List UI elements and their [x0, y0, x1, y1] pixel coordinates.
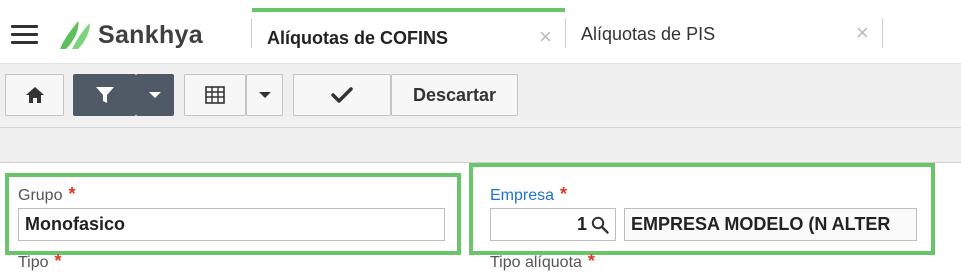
- close-icon[interactable]: ×: [856, 22, 869, 44]
- close-icon[interactable]: ×: [539, 26, 552, 48]
- empresa-name-field: EMPRESA MODELO (N ALTER: [624, 208, 917, 241]
- logo-text: Sankhya: [98, 20, 203, 49]
- grupo-input[interactable]: Monofasico: [18, 208, 445, 241]
- menu-icon[interactable]: [11, 25, 38, 45]
- sankhya-logo-icon: [60, 21, 90, 49]
- confirm-button[interactable]: [293, 74, 391, 116]
- required-mark: *: [68, 184, 76, 204]
- required-mark: *: [560, 184, 568, 204]
- discard-button-label: Descartar: [412, 84, 497, 105]
- tipo-label: Tipo *: [18, 251, 62, 271]
- home-icon: [25, 87, 44, 103]
- filter-button[interactable]: [73, 74, 136, 116]
- filter-icon: [95, 87, 114, 103]
- home-button[interactable]: [5, 74, 64, 116]
- grid-view-button[interactable]: [184, 74, 246, 116]
- grupo-label: Grupo *: [18, 184, 76, 204]
- required-mark: *: [54, 251, 62, 271]
- tab-cofins-label: Alíquotas de COFINS: [267, 28, 449, 48]
- grid-dropdown-button[interactable]: [246, 74, 283, 116]
- tab-pis[interactable]: Alíquotas de PIS ×: [566, 8, 882, 62]
- discard-button[interactable]: Descartar: [391, 74, 518, 116]
- tab-pis-label: Alíquotas de PIS: [581, 24, 716, 44]
- tab-cofins[interactable]: Alíquotas de COFINS ×: [252, 8, 565, 62]
- empresa-label[interactable]: Empresa *: [490, 184, 567, 205]
- checkmark-icon: [331, 87, 353, 103]
- search-icon[interactable]: [591, 216, 609, 234]
- tipo-aliquota-label: Tipo alíquota *: [490, 251, 595, 271]
- app-logo: Sankhya: [56, 19, 203, 51]
- empresa-code-input[interactable]: 1: [490, 208, 616, 241]
- filter-dropdown-button[interactable]: [136, 74, 174, 116]
- required-mark: *: [587, 251, 595, 271]
- app-header: Sankhya Alíquotas de COFINS × Alíquotas …: [0, 0, 961, 64]
- chevron-down-icon: [258, 92, 271, 98]
- empresa-code-value: 1: [576, 214, 587, 234]
- divider: [882, 18, 883, 48]
- secondary-band: [0, 128, 961, 163]
- chevron-down-icon: [149, 92, 161, 98]
- grid-icon: [205, 86, 225, 104]
